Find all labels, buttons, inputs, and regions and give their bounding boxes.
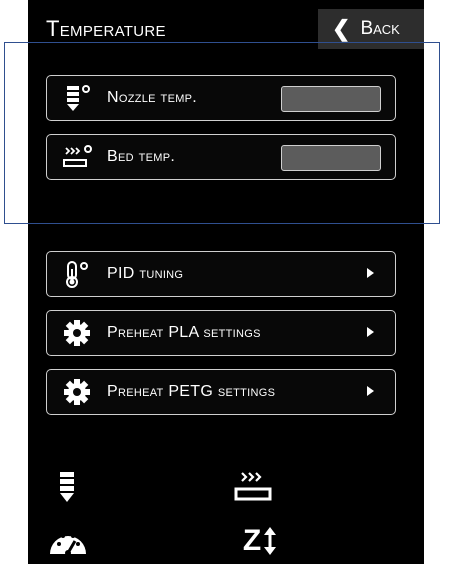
status-nozzle-icon: [50, 468, 86, 506]
nozzle-temp-label: Nozzle temp.: [107, 89, 198, 106]
nozzle-icon: [57, 78, 97, 118]
printer-screen: Temperature ❮ Back Nozzle temp. Bed temp…: [28, 0, 424, 564]
chevron-right-icon: [365, 325, 375, 344]
heated-bed-icon: [57, 137, 97, 177]
speed-gauge-icon: [46, 522, 90, 560]
back-button-label: Back: [360, 18, 400, 39]
z-axis-label: Z: [242, 524, 262, 557]
bed-temp-label: Bed temp.: [107, 148, 176, 165]
back-button[interactable]: ❮ Back: [318, 9, 424, 49]
chevron-right-icon: [365, 266, 375, 285]
thermometer-icon: [57, 254, 97, 294]
pid-tuning-label: PID tuning: [107, 265, 184, 282]
preheat-pla-row[interactable]: Preheat PLA settings: [46, 310, 396, 356]
header-bar: Temperature ❮ Back: [28, 9, 424, 49]
preheat-pla-label: Preheat PLA settings: [107, 324, 261, 341]
pid-tuning-row[interactable]: PID tuning: [46, 251, 396, 297]
page-title: Temperature: [46, 16, 166, 41]
bed-temp-row[interactable]: Bed temp.: [46, 134, 396, 180]
bed-temp-input[interactable]: [281, 145, 381, 171]
gear-icon: [57, 313, 97, 353]
chevron-right-icon: [365, 384, 375, 403]
z-axis-icon: Z: [232, 520, 288, 562]
preheat-petg-label: Preheat PETG settings: [107, 383, 276, 400]
nozzle-temp-row[interactable]: Nozzle temp.: [46, 75, 396, 121]
gear-icon: [57, 372, 97, 412]
nozzle-temp-input[interactable]: [281, 86, 381, 112]
preheat-petg-row[interactable]: Preheat PETG settings: [46, 369, 396, 415]
chevron-left-icon: ❮: [332, 16, 351, 41]
status-heated-bed-icon: [228, 468, 280, 506]
